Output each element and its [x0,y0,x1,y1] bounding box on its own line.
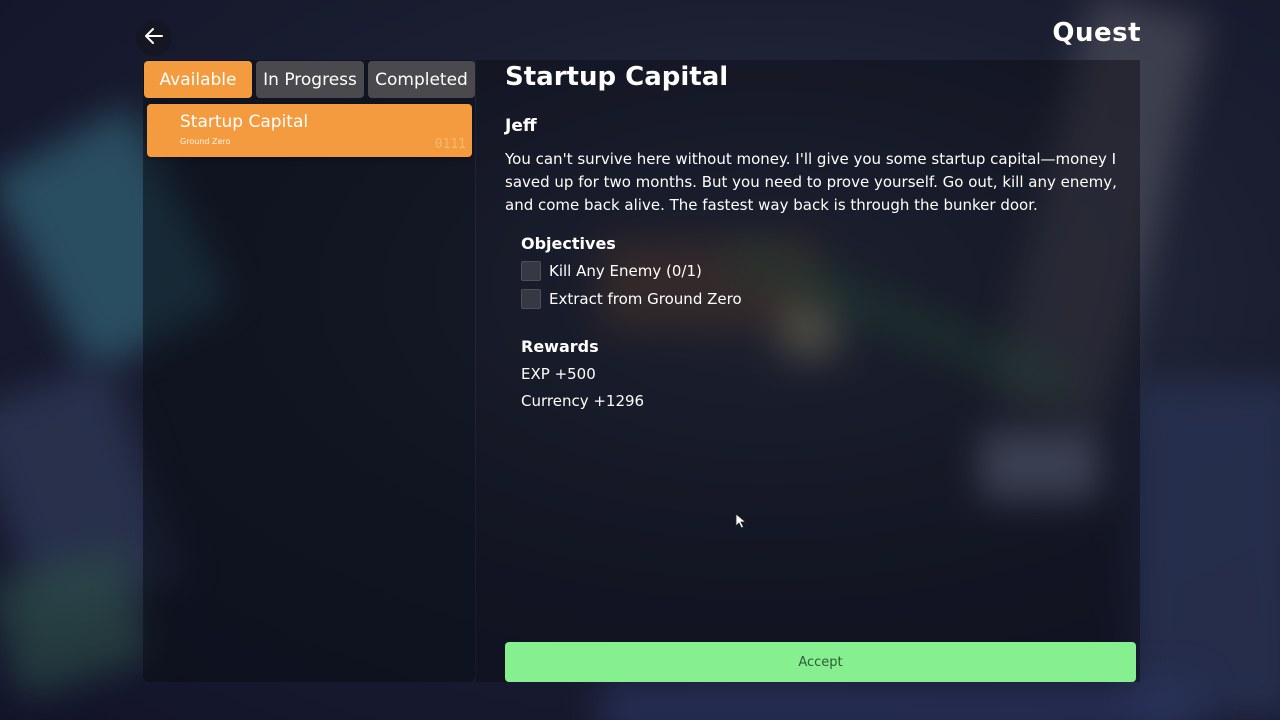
page-title: Quest [1052,18,1141,48]
rewards-heading: Rewards [521,337,599,356]
quest-item-name: Startup Capital [180,112,309,132]
objective-checkbox [521,289,541,309]
objective-text: Kill Any Enemy (0/1) [549,262,702,280]
tab-in-progress[interactable]: In Progress [256,61,364,98]
reward-exp: EXP +500 [521,365,596,383]
objectives-heading: Objectives [521,234,616,253]
objective-item: Extract from Ground Zero [521,289,742,309]
accept-button[interactable]: Accept [505,642,1136,682]
quest-tabs: Available In Progress Completed [144,61,475,98]
tab-completed[interactable]: Completed [368,61,475,98]
back-button[interactable] [136,20,172,56]
objective-item: Kill Any Enemy (0/1) [521,261,702,281]
reward-currency: Currency +1296 [521,392,645,410]
quest-description: You can't survive here without money. I'… [505,150,1117,214]
tab-available[interactable]: Available [144,61,252,98]
quest-title: Startup Capital [505,62,729,92]
quest-list-item[interactable]: Startup Capital Ground Zero 0111 [147,104,472,157]
objective-checkbox [521,261,541,281]
quest-item-id: 0111 [434,137,466,152]
mouse-cursor-icon [735,513,747,533]
quest-item-location: Ground Zero [180,137,231,146]
objective-text: Extract from Ground Zero [549,290,742,308]
quest-giver: Jeff [505,116,537,136]
arrow-left-icon [143,25,165,51]
